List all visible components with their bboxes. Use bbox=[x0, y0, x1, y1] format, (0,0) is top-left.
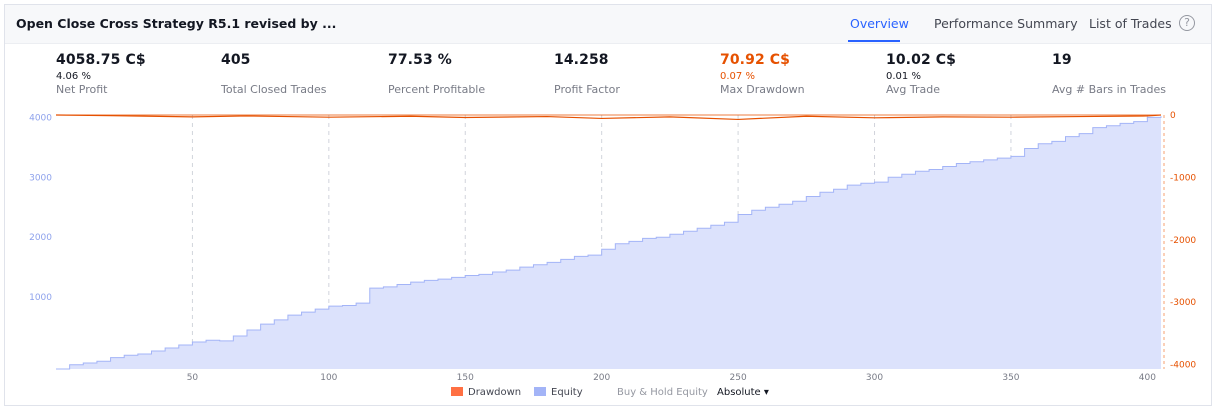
chevron-down-icon: ▾ bbox=[763, 387, 769, 398]
left-axis-tick-label: 2000 bbox=[29, 233, 52, 243]
equity-area bbox=[56, 116, 1161, 369]
left-axis-tick-label: 4000 bbox=[29, 113, 52, 123]
display-mode-label: Absolute bbox=[717, 387, 761, 398]
right-axis-tick-label: -2000 bbox=[1170, 236, 1196, 246]
x-tick-label: 200 bbox=[593, 373, 610, 383]
legend-buy-hold-label: Buy & Hold Equity bbox=[617, 387, 708, 398]
right-axis-tick-label: -3000 bbox=[1170, 298, 1196, 308]
equity-chart: 50 100 150 200 250 300 350 400 1000 2000 3000 4000 0… bbox=[29, 111, 1196, 383]
drawdown-swatch bbox=[451, 387, 463, 396]
drawdown-line bbox=[55, 114, 1162, 121]
x-tick-label: 150 bbox=[457, 373, 474, 383]
x-tick-label: 400 bbox=[1139, 373, 1156, 383]
display-mode-dropdown[interactable]: Absolute ▾ bbox=[717, 387, 769, 398]
strategy-tester-panel: Open Close Cross Strategy R5.1 revised b… bbox=[4, 4, 1212, 406]
left-axis-tick-label: 1000 bbox=[29, 293, 52, 303]
legend-equity[interactable]: Equity bbox=[534, 387, 583, 398]
right-axis-tick-label: -4000 bbox=[1170, 361, 1196, 371]
right-axis-tick-label: -1000 bbox=[1170, 173, 1196, 183]
left-axis-tick-label: 3000 bbox=[29, 173, 52, 183]
x-tick-label: 300 bbox=[866, 373, 883, 383]
legend-drawdown-label: Drawdown bbox=[468, 387, 522, 398]
x-tick-label: 250 bbox=[730, 373, 747, 383]
legend-equity-label: Equity bbox=[551, 387, 583, 398]
legend-drawdown[interactable]: Drawdown bbox=[451, 387, 521, 398]
right-axis-tick-label: 0 bbox=[1170, 111, 1176, 121]
x-tick-label: 100 bbox=[320, 373, 337, 383]
x-tick-label: 350 bbox=[1002, 373, 1019, 383]
x-tick-label: 50 bbox=[187, 373, 199, 383]
equity-swatch bbox=[534, 387, 546, 396]
legend-buy-hold-equity[interactable]: Buy & Hold Equity bbox=[617, 387, 708, 398]
